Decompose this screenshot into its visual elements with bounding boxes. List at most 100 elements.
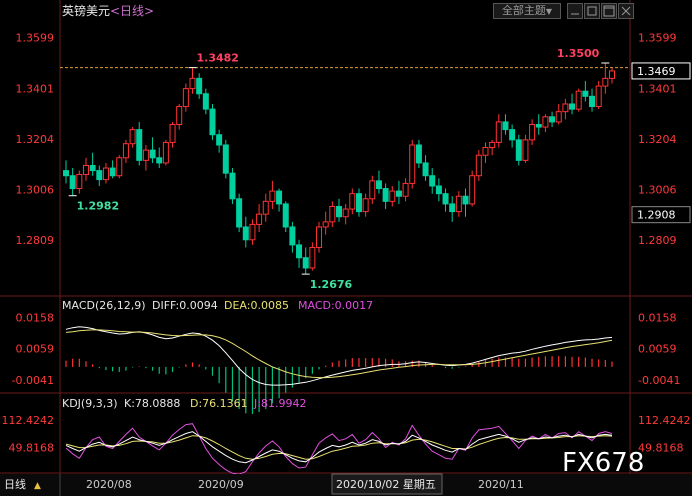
candle-body [209,108,216,136]
annotation-high1: 1.3482 [197,52,239,65]
candle-body [469,175,476,205]
candle-body [549,116,556,123]
marker-price-label: 1.2908 [637,209,676,222]
candle-body [316,226,323,248]
candle-body [415,144,422,164]
candle-body [529,123,536,141]
candle-body [429,175,436,187]
candle-body [149,149,156,159]
symbol-title: 英镑美元 [62,3,110,18]
candle-body [202,93,209,110]
candle-body [462,195,469,205]
candle-body [555,111,562,123]
candle-body [562,103,569,113]
candle-body [382,188,389,202]
candle-body [595,85,602,108]
candle-body [342,208,349,218]
candle-body [256,213,263,225]
candle-body [142,149,149,161]
maximize-icon[interactable] [601,3,617,19]
price-tick-right: 1.3006 [638,184,677,197]
candle-body [329,205,336,223]
candle-body [369,180,376,200]
price-tick-right: 1.3401 [638,82,677,95]
candle-body [116,157,123,177]
candle-body [169,123,176,143]
candle-body [262,200,269,215]
candle-body [96,170,103,181]
candle-body [602,77,609,87]
candle-body [609,70,615,79]
watermark: FX678 [562,448,644,478]
topic-button[interactable]: 全部主题▼ [493,3,561,19]
date-label-nov: 2020/11 [478,478,524,491]
candle-body [182,88,189,108]
diff-label: DIFF:0.0094 [152,299,218,312]
date-label-sep: 2020/09 [198,478,244,491]
candle-body [509,129,516,141]
macd-tick-right: 0.0158 [638,311,677,324]
close-icon[interactable] [618,3,634,19]
candle-body [309,246,316,269]
candle-body [489,141,496,149]
candle-body [109,167,116,177]
macd-tick-left: -0.0041 [12,374,54,387]
macd-tick-left: 0.0059 [16,342,55,355]
candle-body [269,190,276,202]
j-label: J:81.9942 [253,397,306,410]
candle-body [222,144,229,174]
candle-body [542,116,549,128]
kdj-tick-left: 112.4242 [2,414,55,427]
candle-body [362,198,369,213]
annotation-high2: 1.3500 [557,47,600,60]
candle-body [102,167,109,181]
date-label-cursor: 2020/10/02 星期五 [336,478,436,491]
candle-body [402,182,409,197]
candle-body [296,244,303,259]
candle-body [455,195,462,213]
candle-body [389,190,396,202]
chart-svg: 1.3599 1.3599 1.3401 1.3401 1.3204 1.3204 1.30… [0,0,692,496]
candle-body [189,77,196,90]
candle-body [569,103,576,110]
price-pane: 1.3599 1.3599 1.3401 1.3401 1.3204 1.3204 1.30… [16,32,691,291]
dea-line [65,329,613,379]
period-title: <日线> [110,4,154,18]
macd-tick-right: 0.0059 [638,342,677,355]
kdj-label: KDJ(9,3,3) [62,397,118,410]
restore-icon[interactable] [584,3,600,19]
price-tick-left: 1.3204 [16,133,55,146]
price-tick-right: 1.3599 [638,32,677,45]
candle-body [435,185,442,195]
candle-body [336,205,342,218]
candle-body [355,193,362,213]
candle-body [69,175,76,190]
kdj-tick-left: 49.8168 [9,442,55,455]
j-line [65,423,613,475]
minimize-icon[interactable] [567,3,583,19]
candle-body [475,154,482,177]
price-tick-right: 1.2809 [638,234,677,247]
candle-body [242,226,249,241]
macd-value-label: MACD:0.0017 [298,299,373,312]
candle-body [322,221,329,228]
candle-body [515,139,522,161]
price-tick-left: 1.3401 [16,82,55,95]
candle-body [63,170,69,177]
candle-body [495,121,502,143]
kdj-tick-right: 49.8168 [638,442,684,455]
k-line [65,431,613,464]
candle-body [575,90,582,110]
period-selector[interactable]: 日线 [4,477,26,491]
candle-body [375,180,382,190]
candle-body [589,95,596,108]
annotation-low2: 1.2676 [310,278,353,291]
d-line [65,435,613,460]
period-selector-arrow[interactable]: ▲ [34,481,41,491]
candle-body [216,134,223,146]
candle-body [522,139,529,161]
d-label: D:76.1361 [190,397,248,410]
candle-body [442,193,449,205]
candle-body [196,77,203,95]
candle-body [289,226,296,246]
